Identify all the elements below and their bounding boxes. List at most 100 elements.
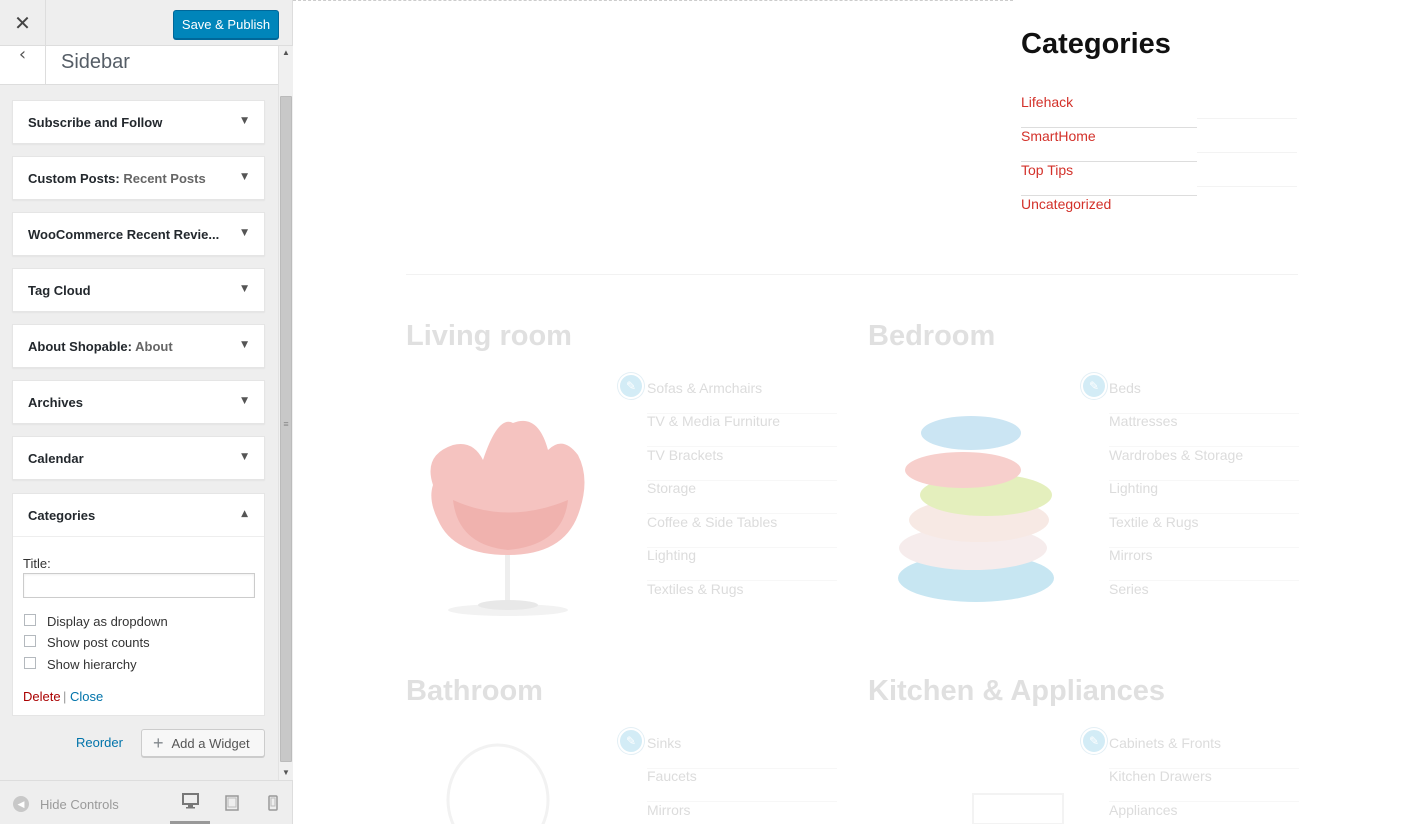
widget-title: Tag Cloud <box>28 283 91 298</box>
title-input[interactable] <box>23 573 255 598</box>
room-link[interactable]: Appliances <box>1109 802 1299 824</box>
hide-controls-button[interactable]: ◀ Hide Controls <box>13 796 119 812</box>
room-link[interactable]: Cabinets & Fronts <box>1109 735 1299 769</box>
edit-pencil-icon[interactable]: ✎ <box>618 373 644 399</box>
site-preview: Categories Lifehack SmartHome Top Tips U… <box>293 0 1411 824</box>
preview-category-link[interactable]: SmartHome <box>1021 128 1197 162</box>
section-title: Sidebar <box>61 51 130 73</box>
widget-custom-posts[interactable]: Custom Posts: Recent Posts ▼ <box>12 156 265 200</box>
add-widget-button[interactable]: + Add a Widget <box>141 729 265 757</box>
delete-link[interactable]: Delete <box>23 689 61 704</box>
expand-arrow-icon[interactable]: ▼ <box>241 116 248 126</box>
title-field-label: Title: <box>23 556 51 571</box>
widget-subscribe-and-follow[interactable]: Subscribe and Follow ▼ <box>12 100 265 144</box>
checkbox-label: Display as dropdown <box>47 614 168 629</box>
preview-tablet-button[interactable] <box>212 781 252 824</box>
widget-title: Subscribe and Follow <box>28 115 163 130</box>
room-link[interactable]: Beds <box>1109 380 1299 414</box>
chevron-left-icon: ‹ <box>18 44 27 65</box>
desktop-icon <box>181 793 199 809</box>
room-title-bedroom[interactable]: Bedroom <box>868 320 995 353</box>
room-link[interactable]: Series <box>1109 581 1299 615</box>
edit-pencil-icon[interactable]: ✎ <box>1081 728 1107 754</box>
widget-title: Categories <box>28 508 96 523</box>
room-link[interactable]: Textile & Rugs <box>1109 514 1299 548</box>
checkbox-label: Show hierarchy <box>47 657 137 672</box>
widget-archives[interactable]: Archives ▼ <box>12 380 265 424</box>
close-icon: ✕ <box>14 11 31 35</box>
room-link[interactable]: Sofas & Armchairs <box>647 380 837 414</box>
preview-category-link[interactable]: Uncategorized <box>1021 196 1197 230</box>
room-link[interactable]: Mirrors <box>1109 547 1299 581</box>
plus-icon: + <box>153 733 164 753</box>
preview-category-link[interactable]: Top Tips <box>1021 162 1197 196</box>
option-show-post-counts[interactable]: Show post counts <box>24 634 150 650</box>
room-link[interactable]: TV & Media Furniture <box>647 413 837 447</box>
room-link[interactable]: Lighting <box>647 547 837 581</box>
room-title-living-room[interactable]: Living room <box>406 320 572 353</box>
divider-line <box>1197 152 1297 153</box>
expand-arrow-icon[interactable]: ▼ <box>241 172 248 182</box>
preview-category-link[interactable]: Lifehack <box>1021 94 1197 128</box>
scroll-grip-icon: ≡ <box>283 419 289 429</box>
room-link[interactable]: Sinks <box>647 735 837 769</box>
widget-categories-header[interactable]: Categories ▲ <box>13 494 264 537</box>
widget-about-shopable[interactable]: About Shopable: About ▼ <box>12 324 265 368</box>
room-link[interactable]: Mirrors <box>647 802 837 824</box>
close-link[interactable]: Close <box>70 689 103 704</box>
expand-arrow-icon[interactable]: ▼ <box>241 452 248 462</box>
close-customizer-button[interactable]: ✕ <box>0 0 46 46</box>
link-separator: | <box>63 689 67 704</box>
room-link[interactable]: Textiles & Rugs <box>647 581 837 615</box>
room-link[interactable]: Mattresses <box>1109 413 1299 447</box>
room-link[interactable]: Faucets <box>647 768 837 802</box>
widget-calendar[interactable]: Calendar ▼ <box>12 436 265 480</box>
room-link[interactable]: Storage <box>647 480 837 514</box>
divider-line <box>1197 186 1297 187</box>
scroll-down-arrow-icon[interactable]: ▼ <box>279 766 293 780</box>
room-link[interactable]: Kitchen Drawers <box>1109 768 1299 802</box>
room-link[interactable]: TV Brackets <box>647 447 837 481</box>
option-show-hierarchy[interactable]: Show hierarchy <box>24 656 137 672</box>
panel-scrollbar[interactable]: ▲ ≡ ▼ <box>278 46 293 780</box>
scroll-thumb[interactable]: ≡ <box>280 96 292 762</box>
widget-woocommerce-recent-reviews[interactable]: WooCommerce Recent Revie... ▼ <box>12 212 265 256</box>
armchair-image <box>430 420 585 616</box>
preview-mobile-button[interactable] <box>253 781 293 824</box>
widget-title: WooCommerce Recent Revie... <box>28 227 220 242</box>
expand-arrow-icon[interactable]: ▼ <box>241 396 248 406</box>
widget-title: Archives <box>28 395 83 410</box>
tablet-icon <box>225 794 239 811</box>
collapse-arrow-icon[interactable]: ▲ <box>241 509 248 519</box>
option-display-dropdown[interactable]: Display as dropdown <box>24 613 168 629</box>
customizer-header: ✕ Save & Publish <box>0 0 292 46</box>
edit-pencil-icon[interactable]: ✎ <box>1081 373 1107 399</box>
top-divider <box>293 0 1013 1</box>
room-title-bathroom[interactable]: Bathroom <box>406 675 543 708</box>
checkbox[interactable] <box>24 613 36 626</box>
scroll-up-arrow-icon[interactable]: ▲ <box>279 46 293 60</box>
room-link[interactable]: Coffee & Side Tables <box>647 514 837 548</box>
edit-pencil-icon[interactable]: ✎ <box>618 728 644 754</box>
expand-arrow-icon[interactable]: ▼ <box>241 284 248 294</box>
save-publish-button[interactable]: Save & Publish <box>173 10 279 39</box>
widget-title: Custom Posts: Recent Posts <box>28 171 206 186</box>
expand-arrow-icon[interactable]: ▼ <box>241 228 248 238</box>
pillows-image <box>898 416 1054 602</box>
back-button[interactable]: ‹ <box>0 46 46 84</box>
widget-title: About Shopable: About <box>28 339 173 354</box>
add-widget-label: Add a Widget <box>171 735 250 751</box>
widget-categories-expanded: Categories ▲ Title: Display as dropdown … <box>12 493 265 716</box>
preview-widget-title: Categories <box>1021 28 1171 60</box>
widget-tag-cloud[interactable]: Tag Cloud ▼ <box>12 268 265 312</box>
checkbox[interactable] <box>24 656 36 669</box>
room-link[interactable]: Wardrobes & Storage <box>1109 447 1299 481</box>
checkbox[interactable] <box>24 634 36 647</box>
room-title-kitchen[interactable]: Kitchen & Appliances <box>868 675 1165 708</box>
preview-desktop-button[interactable] <box>170 781 210 824</box>
room-link[interactable]: Lighting <box>1109 480 1299 514</box>
customizer-footer: ◀ Hide Controls <box>0 780 292 824</box>
reorder-link[interactable]: Reorder <box>76 735 123 750</box>
section-header: ‹ Sidebar <box>0 46 278 85</box>
expand-arrow-icon[interactable]: ▼ <box>241 340 248 350</box>
